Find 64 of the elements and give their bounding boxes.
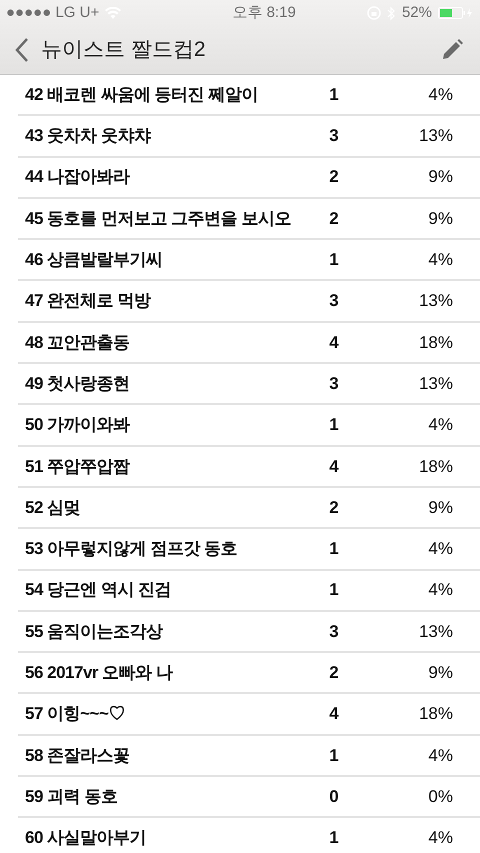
vote-count: 3 [328,372,340,395]
battery-icon [438,7,474,19]
vote-percent: 13% [418,125,453,148]
vote-count: 2 [328,662,340,684]
vote-percent: 0% [427,786,453,808]
vote-percent: 13% [418,290,453,312]
carrier-label: ●●●●● LG U+ [6,2,100,23]
entry-name: 58 존잘라스꽃 [25,744,131,767]
entry-name: 57 이힝~~~♡ [25,703,126,726]
entry-name: 53 아무렇지않게 점프갓 동호 [25,538,238,560]
vote-count: 1 [328,744,340,767]
entry-name: 56 2017vr 오빠와 나 [25,662,174,684]
entry-name: 50 가까이와봐 [25,414,131,436]
entry-name: 54 당근엔 역시 진검 [25,579,172,602]
entry-name: 59 괴력 동호 [25,786,118,808]
vote-percent: 4% [427,827,453,850]
vote-count: 1 [328,249,340,272]
entry-name: 42 배코렌 싸움에 등터진 쩨알이 [25,84,259,106]
vote-percent: 4% [427,744,453,767]
vote-count: 2 [328,208,340,230]
vote-percent: 4% [427,538,453,560]
vote-count: 4 [328,332,340,354]
vote-count: 2 [328,496,340,519]
entry-name: 46 상큼발랄부기씨 [25,249,164,272]
vote-percent: 9% [427,496,453,519]
vote-percent: 4% [427,84,453,106]
vote-percent: 9% [427,208,453,230]
entry-name: 45 동호를 먼저보고 그주변을 보시오 [25,208,292,230]
vote-percent: 9% [427,166,453,188]
vote-count: 3 [328,620,340,643]
vote-count: 1 [328,827,340,850]
vote-count: 0 [328,786,340,808]
page-title: 뉴이스트 짤드컵2 [41,37,206,64]
pencil-icon [440,38,464,62]
vote-percent: 9% [427,662,453,684]
battery-label: 52% [402,2,432,23]
vote-count: 1 [328,84,340,106]
entry-name: 43 웃차차 웃챠챠 [25,125,152,148]
entry-name: 60 사실말아부기 [25,827,148,850]
vote-count: 1 [328,579,340,602]
entry-name: 48 꼬안관출동 [25,332,131,354]
vote-percent: 13% [418,372,453,395]
vote-count: 1 [328,414,340,436]
vote-percent: 4% [427,249,453,272]
vote-percent: 18% [418,703,453,726]
vote-count: 1 [328,538,340,560]
entry-name: 44 나잡아봐라 [25,166,131,188]
vote-count: 4 [328,703,340,726]
entry-name: 47 완전체로 먹방 [25,290,152,312]
entry-name: 49 첫사랑종현 [25,372,131,395]
vote-percent: 4% [427,414,453,436]
vote-count: 2 [328,166,340,188]
vote-count: 4 [328,456,340,478]
vote-percent: 13% [418,620,453,643]
vote-count: 3 [328,290,340,312]
vote-percent: 18% [418,456,453,478]
clock-label: 오후 8:19 [232,2,296,23]
entry-name: 51 쭈압쭈압짭 [25,456,131,478]
vote-percent: 4% [427,579,453,602]
vote-count: 3 [328,125,340,148]
entry-name: 52 심멎 [25,496,82,519]
vote-percent: 18% [418,332,453,354]
back-chevron-icon [15,37,29,63]
entry-name: 55 움직이는조각상 [25,620,164,643]
